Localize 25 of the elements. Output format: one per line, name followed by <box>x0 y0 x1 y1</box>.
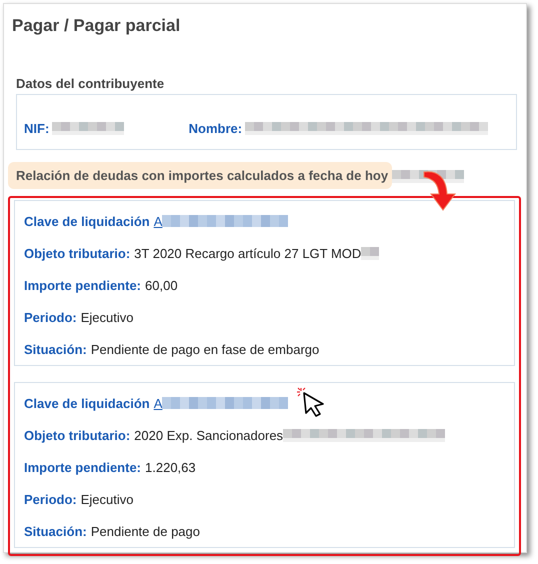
field-label: Periodo: <box>24 492 77 506</box>
field-label: Clave de liquidación <box>24 214 150 228</box>
field-label: Situación: <box>24 342 87 356</box>
banner-text: Relación de deudas con importes calculados a fecha de hoy <box>8 162 392 189</box>
section-heading: Datos del contribuyente <box>16 76 166 91</box>
field-value: Pendiente de pago <box>90 524 200 538</box>
field-value: Ejecutivo <box>80 492 134 506</box>
field-label: NIF: <box>24 120 50 136</box>
settlement-link[interactable]: A <box>154 214 162 228</box>
page-title: Pagar / Pagar parcial <box>12 16 182 36</box>
field-value: Ejecutivo <box>80 310 134 324</box>
field-value: 3T 2020 Recargo artículo 27 LGT MOD <box>134 246 362 260</box>
field-label: Importe pendiente: <box>24 278 142 292</box>
field-label: Nombre: <box>188 120 242 136</box>
settlement-link[interactable]: A <box>154 396 162 410</box>
field-value: 60,00 <box>145 278 178 292</box>
field-label: Objeto tributario: <box>24 428 130 442</box>
field-value: Pendiente de pago en fase de embargo <box>90 342 320 356</box>
field-label: Clave de liquidación <box>24 396 150 410</box>
field-label: Importe pendiente: <box>24 460 142 474</box>
field-label: Situación: <box>24 524 87 538</box>
field-label: Objeto tributario: <box>24 246 130 260</box>
field-value: 1.220,63 <box>145 460 196 474</box>
field-value: 2020 Exp. Sancionadores <box>134 428 284 442</box>
field-label: Periodo: <box>24 310 77 324</box>
